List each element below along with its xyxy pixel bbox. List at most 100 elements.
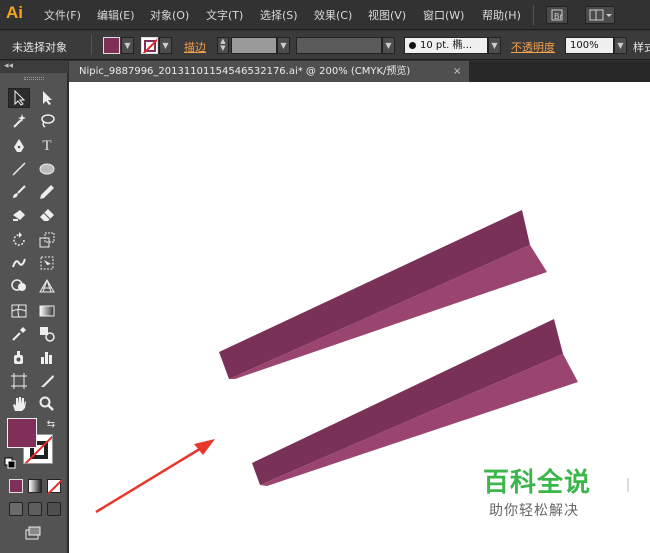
selection-arrow-icon	[14, 90, 26, 106]
column-graph-tool[interactable]	[36, 347, 58, 367]
menu-separator	[533, 5, 534, 25]
stroke-dropdown[interactable]: ▼	[159, 37, 172, 54]
fill-color-box[interactable]	[7, 418, 37, 448]
gradient-mode-button[interactable]	[28, 479, 42, 493]
opacity-input[interactable]: 100%	[565, 37, 614, 54]
artboard-tool[interactable]	[8, 371, 30, 391]
symbol-sprayer-tool[interactable]	[8, 347, 30, 367]
draw-behind-button[interactable]	[28, 502, 42, 516]
stroke-weight-input[interactable]	[231, 37, 277, 54]
app-logo: Ai	[6, 3, 23, 22]
eyedropper-tool[interactable]	[8, 324, 30, 344]
fill-swatch[interactable]	[103, 37, 120, 54]
perspective-grid-tool[interactable]	[36, 276, 58, 296]
zoom-tool[interactable]	[36, 394, 58, 414]
stroke-weight-stepper[interactable]: ▲ ▼	[217, 37, 229, 54]
ellipse-icon	[39, 163, 55, 175]
symbol-sprayer-icon	[14, 351, 23, 364]
pencil-icon	[40, 185, 54, 199]
menu-file[interactable]: 文件(F)	[44, 7, 81, 23]
type-tool[interactable]: T	[36, 136, 58, 156]
close-tab-icon[interactable]: ×	[453, 61, 461, 82]
opacity-label[interactable]: 不透明度	[511, 39, 555, 55]
watermark-title: 百科全说	[483, 468, 592, 498]
selection-tool[interactable]	[8, 88, 30, 108]
stroke-label[interactable]: 描边	[184, 39, 206, 55]
paintbrush-tool[interactable]	[8, 182, 30, 202]
magic-wand-tool[interactable]	[8, 111, 30, 131]
artboard-canvas[interactable]: 百科全说 助你轻松解决	[69, 82, 650, 553]
scale-tool[interactable]	[36, 230, 58, 250]
control-bar: 未选择对象 ▼ ▼ 描边 ▲ ▼ ▼ ▼ 10 pt. 椭... ▼ 不透明度 1…	[0, 31, 650, 60]
ellipse-tool[interactable]	[36, 159, 58, 179]
default-fill-stroke[interactable]	[4, 457, 16, 469]
tool-panel-collapse[interactable]: ◂◂	[0, 61, 68, 73]
menu-effect[interactable]: 效果(C)	[314, 7, 352, 23]
swap-fill-stroke[interactable]: ⇆	[44, 417, 58, 431]
menu-type[interactable]: 文字(T)	[206, 7, 243, 23]
color-mode-button[interactable]	[9, 479, 23, 493]
menu-edit[interactable]: 编辑(E)	[97, 7, 135, 23]
free-transform-tool[interactable]	[36, 253, 58, 273]
pen-tool[interactable]	[8, 136, 30, 156]
shape-builder-icon	[11, 279, 26, 291]
shape-builder-tool[interactable]	[8, 276, 30, 296]
eraser-tool[interactable]	[36, 205, 58, 225]
stroke-weight-dropdown[interactable]: ▼	[277, 37, 290, 54]
watermark-subtitle: 助你轻松解决	[489, 503, 579, 519]
bridge-button[interactable]: Br	[546, 6, 568, 24]
paintbrush-icon	[13, 185, 26, 198]
blob-brush-tool[interactable]	[8, 205, 30, 225]
free-transform-icon	[40, 256, 54, 270]
mesh-tool[interactable]	[8, 301, 30, 321]
arrange-documents-button[interactable]	[585, 6, 615, 24]
arrow-shaft	[95, 445, 204, 514]
style-label[interactable]: 样式	[633, 39, 650, 55]
menu-object[interactable]: 对象(O)	[150, 7, 189, 23]
none-slash-icon	[47, 479, 63, 495]
menu-help[interactable]: 帮助(H)	[482, 7, 521, 23]
hand-icon	[13, 397, 26, 411]
gradient-tool[interactable]	[36, 301, 58, 321]
blend-icon	[40, 327, 55, 342]
menu-window[interactable]: 窗口(W)	[423, 7, 464, 23]
tool-panel: ◂◂ T ⇆	[0, 61, 68, 553]
rotate-tool[interactable]	[8, 230, 30, 250]
lasso-tool[interactable]	[36, 111, 58, 131]
screen-mode-button[interactable]	[22, 523, 44, 543]
menu-view[interactable]: 视图(V)	[368, 7, 406, 23]
slice-knife-icon	[41, 375, 54, 387]
brush-dot-icon	[409, 41, 416, 49]
rotate-icon	[13, 232, 25, 246]
column-graph-icon	[41, 352, 52, 364]
tool-panel-grip[interactable]	[24, 77, 44, 80]
brush-dropdown[interactable]: ▼	[488, 37, 501, 54]
line-segment-tool[interactable]	[8, 159, 30, 179]
none-mode-button[interactable]	[47, 479, 63, 495]
blend-tool[interactable]	[36, 324, 58, 344]
stroke-swatch[interactable]	[141, 37, 158, 54]
direct-selection-arrow-icon	[43, 91, 52, 105]
draw-inside-button[interactable]	[47, 502, 61, 516]
opacity-dropdown[interactable]: ▼	[614, 37, 627, 54]
document-tab[interactable]: Nipic_9887996_20131101154546532176.ai* @…	[69, 61, 469, 82]
perspective-grid-icon	[39, 279, 55, 293]
variable-width-profile[interactable]	[296, 37, 382, 54]
red-arrow	[95, 439, 215, 514]
fill-dropdown[interactable]: ▼	[121, 37, 134, 54]
menu-select[interactable]: 选择(S)	[260, 7, 298, 23]
menu-bar: Ai 文件(F) 编辑(E) 对象(O) 文字(T) 选择(S) 效果(C) 视…	[0, 0, 650, 30]
pencil-tool[interactable]	[36, 182, 58, 202]
direct-selection-tool[interactable]	[36, 88, 58, 108]
profile-dropdown[interactable]: ▼	[382, 37, 395, 54]
draw-normal-button[interactable]	[9, 502, 23, 516]
hand-tool[interactable]	[8, 394, 30, 414]
selection-status: 未选择对象	[12, 41, 67, 54]
no-stroke-icon	[142, 38, 157, 53]
brush-definition[interactable]: 10 pt. 椭...	[404, 37, 488, 54]
scale-icon	[39, 232, 55, 248]
pen-nib-icon	[14, 139, 24, 152]
slice-tool[interactable]	[36, 371, 58, 391]
control-separator	[91, 35, 92, 55]
warp-tool[interactable]	[8, 253, 30, 273]
